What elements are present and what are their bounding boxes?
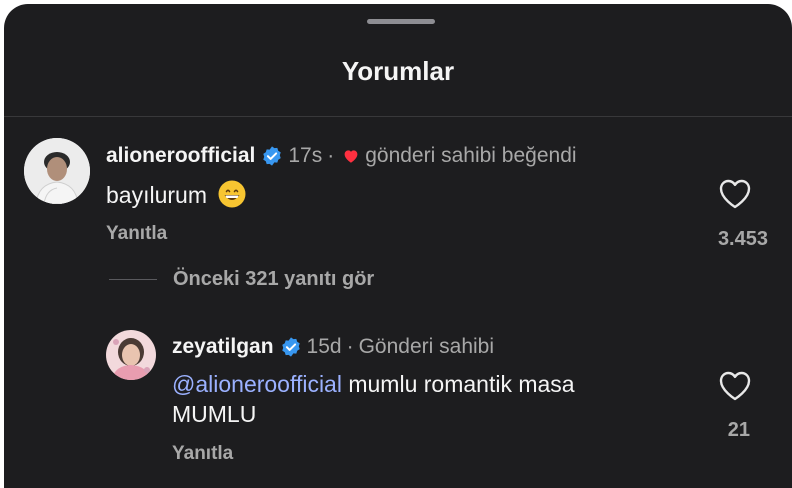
page-title: Yorumlar <box>341 56 455 86</box>
comment-text: bayılurum <box>106 179 247 210</box>
verified-badge-icon <box>263 146 282 166</box>
comment-header: zeyatilgan 15d · Gönderi sahibi <box>172 335 494 359</box>
avatar[interactable] <box>24 138 90 204</box>
heart-outline-icon[interactable] <box>717 370 753 402</box>
comment-text: @alioneroofficial mumlu romantik masa MU… <box>172 369 575 429</box>
comment-time: 15d <box>306 335 342 358</box>
header-divider <box>4 116 792 117</box>
reply-button[interactable]: Yanıtla <box>106 223 167 245</box>
avatar-photo-icon <box>24 138 90 204</box>
comments-sheet: Yorumlar alioneroofficial 17s · gönderi … <box>4 4 792 488</box>
grinning-face-emoji-icon <box>218 180 246 208</box>
heart-outline-icon[interactable] <box>717 178 753 210</box>
avatar[interactable] <box>106 330 156 380</box>
mention-link[interactable]: @alioneroofficial <box>172 371 342 397</box>
comment-username[interactable]: zeyatilgan <box>172 335 274 359</box>
view-replies-label[interactable]: Önceki 321 yanıtı gör <box>173 268 374 291</box>
avatar-photo-icon <box>106 330 156 380</box>
like-count: 21 <box>727 419 750 441</box>
like-count: 3.453 <box>717 228 768 250</box>
view-previous-replies[interactable]: Önceki 321 yanıtı gör <box>109 268 374 291</box>
comment-body: mumlu romantik masa <box>348 371 575 397</box>
separator-dot: · <box>327 144 335 167</box>
comment-header: alioneroofficial 17s · gönderi sahibi be… <box>106 144 577 168</box>
verified-badge-icon <box>281 337 300 357</box>
comment-time: 17s <box>288 144 323 167</box>
reply-button[interactable]: Yanıtla <box>172 443 233 465</box>
separator-dot: · <box>346 335 354 358</box>
author-tag: Gönderi sahibi <box>358 335 495 358</box>
red-heart-icon <box>344 150 358 163</box>
comment-line-2: MUMLU <box>172 401 257 427</box>
liked-by-author-label: gönderi sahibi beğendi <box>365 144 577 167</box>
replies-divider-line <box>109 279 157 280</box>
comment-body: bayılurum <box>106 182 207 208</box>
sheet-drag-handle[interactable] <box>367 19 435 24</box>
comment-username[interactable]: alioneroofficial <box>106 144 255 168</box>
comment-line-1: @alioneroofficial mumlu romantik masa <box>172 369 575 399</box>
